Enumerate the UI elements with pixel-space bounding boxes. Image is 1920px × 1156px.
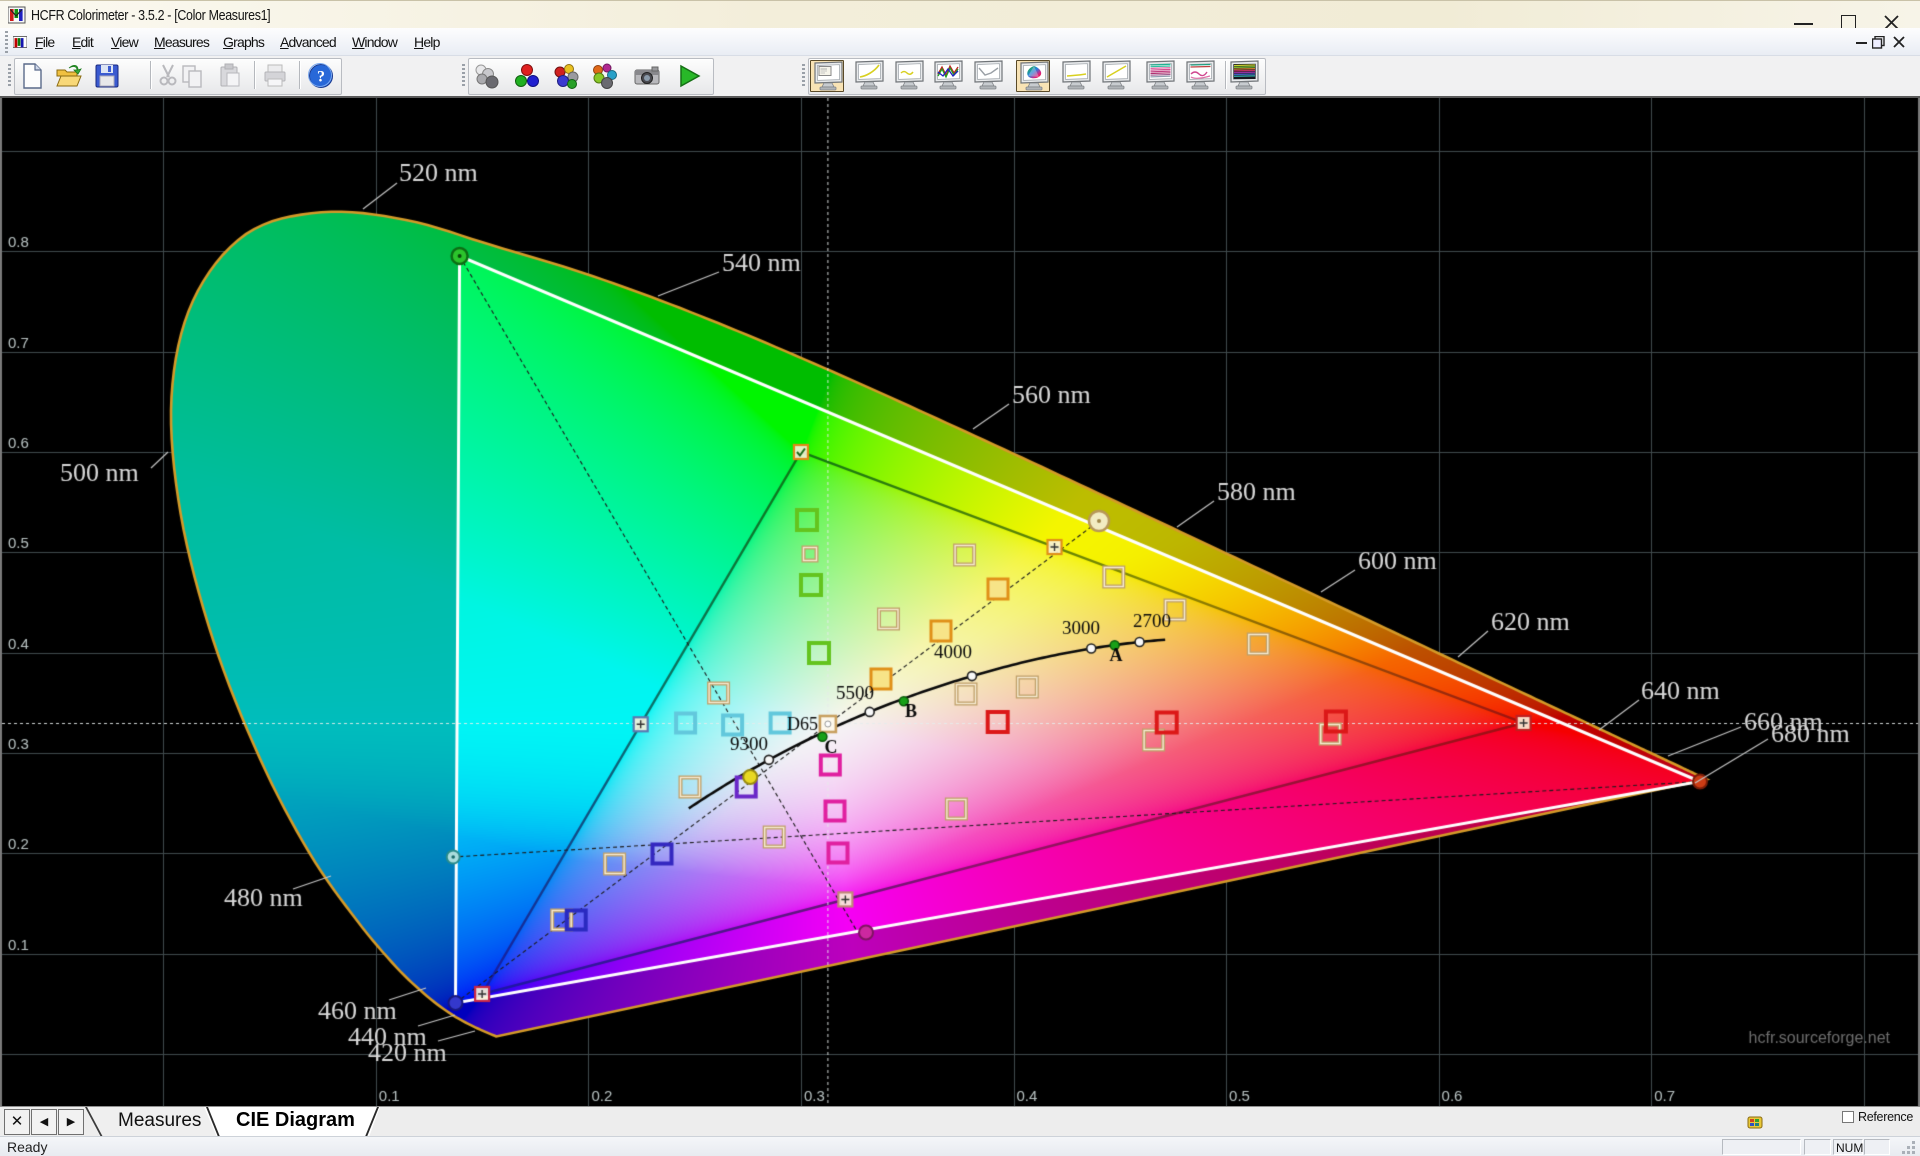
svg-text:?: ? (317, 69, 325, 86)
